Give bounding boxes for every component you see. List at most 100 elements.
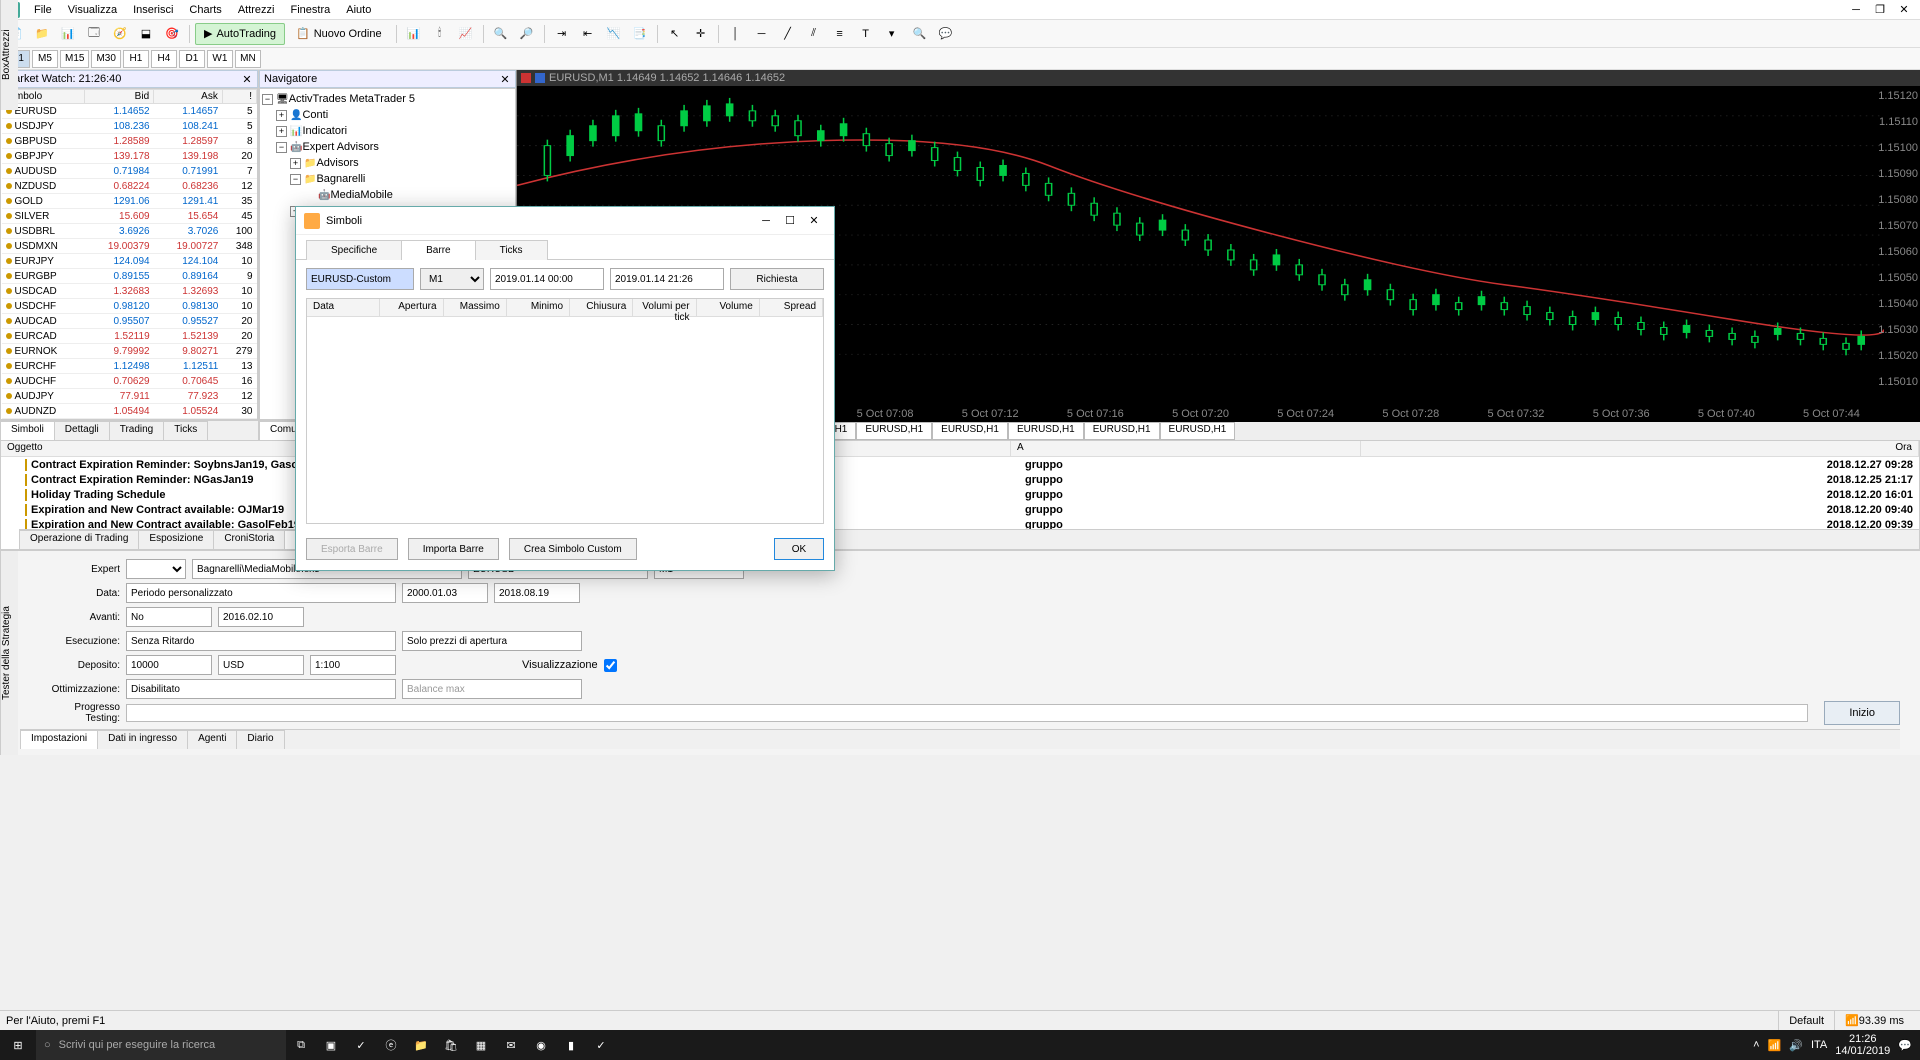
- datawindow-icon[interactable]: 🗔: [82, 23, 106, 45]
- dialog-maximize-icon[interactable]: ☐: [778, 213, 802, 229]
- nav-advisors[interactable]: Advisors: [316, 157, 358, 169]
- market-row[interactable]: EURUSD1.146521.146575: [2, 104, 257, 119]
- dtab-specs[interactable]: Specifiche: [306, 240, 402, 260]
- cursor-icon[interactable]: ↖: [663, 23, 687, 45]
- mql5-icon[interactable]: 💬: [934, 23, 958, 45]
- tf-mn[interactable]: MN: [235, 50, 261, 68]
- marketwatch-icon[interactable]: 📊: [56, 23, 80, 45]
- taskbar-explorer[interactable]: 📁: [406, 1030, 436, 1060]
- terminal-icon[interactable]: ⬓: [134, 23, 158, 45]
- tester-vtab[interactable]: Tester della Strategia: [0, 551, 18, 755]
- task-view-icon[interactable]: ⧉: [286, 1030, 316, 1060]
- market-row[interactable]: EURCHF1.124981.1251113: [2, 359, 257, 374]
- taskbar-mt5[interactable]: ✓: [586, 1030, 616, 1060]
- mailbox-col-to[interactable]: A: [1011, 441, 1361, 456]
- dialog-grid[interactable]: Data Apertura Massimo Minimo Chiusura Vo…: [306, 298, 824, 524]
- tester-tab-settings[interactable]: Impostazioni: [20, 730, 98, 749]
- chartshift-icon[interactable]: ⇤: [576, 23, 600, 45]
- gcol-spread[interactable]: Spread: [760, 299, 823, 316]
- chart-tab[interactable]: EURUSD,H1: [1008, 422, 1084, 440]
- search-icon[interactable]: 🔍: [908, 23, 932, 45]
- leverage-select[interactable]: [310, 655, 396, 675]
- nav-experts[interactable]: Expert Advisors: [302, 141, 378, 153]
- trendline-icon[interactable]: ╱: [776, 23, 800, 45]
- objects-icon[interactable]: ▾: [880, 23, 904, 45]
- dialog-from-input[interactable]: [490, 268, 604, 290]
- chart-tab[interactable]: EURUSD,H1: [932, 422, 1008, 440]
- col-ask[interactable]: Ask: [154, 90, 223, 104]
- nav-bagnarelli[interactable]: Bagnarelli: [316, 173, 365, 185]
- gcol-date[interactable]: Data: [307, 299, 380, 316]
- minimize-icon[interactable]: ─: [1844, 2, 1868, 18]
- tray-up-icon[interactable]: ˄: [1753, 1039, 1759, 1051]
- market-row[interactable]: GOLD1291.061291.4135: [2, 194, 257, 209]
- chart-tab[interactable]: EURUSD,H1: [856, 422, 932, 440]
- nav-root[interactable]: ActivTrades MetaTrader 5: [289, 93, 415, 105]
- taskbar-sublime[interactable]: ▮: [556, 1030, 586, 1060]
- crosshair-icon[interactable]: ✛: [689, 23, 713, 45]
- market-row[interactable]: EURGBP0.891550.891649: [2, 269, 257, 284]
- nav-accounts[interactable]: Conti: [302, 109, 328, 121]
- tf-h1[interactable]: H1: [123, 50, 149, 68]
- mailbox-col-time[interactable]: Ora: [1361, 441, 1919, 456]
- market-row[interactable]: USDJPY108.236108.2415: [2, 119, 257, 134]
- market-row[interactable]: USDBRL3.69263.7026100: [2, 224, 257, 239]
- menu-view[interactable]: Visualizza: [60, 2, 125, 18]
- tf-m30[interactable]: M30: [91, 50, 120, 68]
- menu-window[interactable]: Finestra: [283, 2, 339, 18]
- maximize-icon[interactable]: ❐: [1868, 2, 1892, 18]
- nav-indicators[interactable]: Indicatori: [302, 125, 347, 137]
- hline-icon[interactable]: ─: [750, 23, 774, 45]
- bar-chart-icon[interactable]: 📊: [402, 23, 426, 45]
- taskbar-edge[interactable]: ⓔ: [376, 1030, 406, 1060]
- tab-details[interactable]: Dettagli: [54, 421, 110, 440]
- market-row[interactable]: EURNOK9.799929.80271279: [2, 344, 257, 359]
- zoom-out-icon[interactable]: 🔎: [515, 23, 539, 45]
- forward-select[interactable]: [126, 607, 212, 627]
- taskbar-store[interactable]: 🛍: [436, 1030, 466, 1060]
- mb-tab-history[interactable]: CroniStoria: [213, 530, 285, 549]
- tray-wifi-icon[interactable]: 📶: [1768, 1039, 1782, 1052]
- date-from-input[interactable]: [402, 583, 488, 603]
- market-row[interactable]: AUDNZD1.054941.0552430: [2, 404, 257, 419]
- profiles-icon[interactable]: 📁: [30, 23, 54, 45]
- market-row[interactable]: NZDUSD0.682240.6823612: [2, 179, 257, 194]
- tf-m5[interactable]: M5: [32, 50, 58, 68]
- dialog-titlebar[interactable]: Simboli ─ ☐ ✕: [296, 207, 834, 235]
- dialog-close-icon[interactable]: ✕: [802, 213, 826, 229]
- fibo-icon[interactable]: ≡: [828, 23, 852, 45]
- tray-volume-icon[interactable]: 🔊: [1789, 1039, 1803, 1052]
- status-profile[interactable]: Default: [1778, 1011, 1834, 1030]
- market-row[interactable]: AUDCHF0.706290.7064516: [2, 374, 257, 389]
- mailbox-vtab[interactable]: BoxAttrezzi: [0, 0, 18, 110]
- dialog-to-input[interactable]: [610, 268, 724, 290]
- forward-date-input[interactable]: [218, 607, 304, 627]
- windows-search[interactable]: ○ Scrivi qui per eseguire la ricerca: [36, 1030, 286, 1060]
- tester-tab-journal[interactable]: Diario: [236, 730, 284, 749]
- tf-w1[interactable]: W1: [207, 50, 233, 68]
- gcol-low[interactable]: Minimo: [507, 299, 570, 316]
- new-order-button[interactable]: 📋 Nuovo Ordine: [287, 23, 391, 45]
- chart-tab[interactable]: EURUSD,H1: [1084, 422, 1160, 440]
- period-select[interactable]: [126, 583, 396, 603]
- market-row[interactable]: AUDUSD0.719840.719917: [2, 164, 257, 179]
- market-row[interactable]: USDCAD1.326831.3269310: [2, 284, 257, 299]
- dtab-bars[interactable]: Barre: [401, 240, 475, 260]
- strategy-tester-icon[interactable]: 🎯: [160, 23, 184, 45]
- market-row[interactable]: GBPJPY139.178139.19820: [2, 149, 257, 164]
- market-row[interactable]: USDMXN19.0037919.00727348: [2, 239, 257, 254]
- menu-charts[interactable]: Charts: [181, 2, 229, 18]
- text-icon[interactable]: T: [854, 23, 878, 45]
- marketwatch-table[interactable]: Simbolo Bid Ask ! EURUSD1.146521.146575U…: [0, 88, 258, 420]
- indicators-icon[interactable]: 📉: [602, 23, 626, 45]
- deposit-input[interactable]: [126, 655, 212, 675]
- vline-icon[interactable]: │: [724, 23, 748, 45]
- menu-help[interactable]: Aiuto: [338, 2, 379, 18]
- market-row[interactable]: SILVER15.60915.65445: [2, 209, 257, 224]
- menu-insert[interactable]: Inserisci: [125, 2, 181, 18]
- gcol-tickvol[interactable]: Volumi per tick: [633, 299, 696, 316]
- start-button[interactable]: Inizio: [1824, 701, 1900, 725]
- menu-tools[interactable]: Attrezzi: [230, 2, 283, 18]
- gcol-volume[interactable]: Volume: [697, 299, 760, 316]
- request-button[interactable]: Richiesta: [730, 268, 824, 290]
